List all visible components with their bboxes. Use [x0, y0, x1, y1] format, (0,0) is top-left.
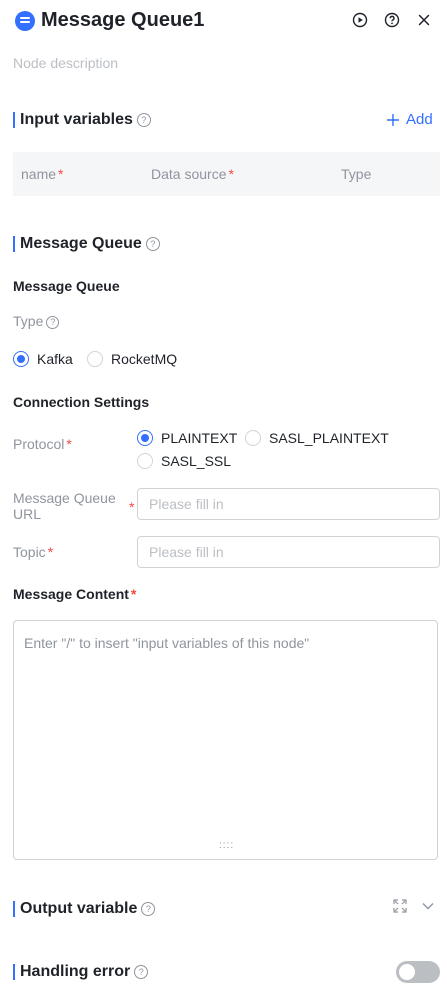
column-data-source: Data source * [151, 166, 234, 182]
required-mark: * [129, 499, 135, 515]
message-content-placeholder: Enter "/" to insert "input variables of … [24, 635, 310, 651]
message-queue-title: Message Queue [20, 235, 142, 252]
node-description-input[interactable]: Node description [13, 55, 118, 71]
message-content-label: Message Content * [13, 586, 137, 602]
protocol-radio-plaintext-label: PLAINTEXT [161, 430, 238, 446]
variables-table-header: name * Data source * Type [13, 152, 440, 196]
protocol-radio-sasl-plaintext[interactable]: SASL_PLAINTEXT [245, 430, 389, 446]
topic-input[interactable] [137, 536, 440, 568]
handling-error-heading: Handling error? [13, 963, 149, 981]
chevron-down-icon[interactable] [421, 899, 435, 913]
message-queue-url-label: Message Queue URL [13, 490, 116, 522]
play-circle-icon[interactable] [352, 12, 368, 28]
input-variables-title: Input variables [20, 111, 133, 128]
add-variable-button[interactable]: Add [386, 111, 433, 128]
type-radio-rocketmq-label: RocketMQ [111, 351, 178, 367]
help-icon[interactable]: ? [136, 113, 151, 127]
radio-dot[interactable] [137, 430, 153, 446]
help-icon[interactable]: ? [134, 965, 149, 979]
add-variable-label: Add [406, 111, 433, 128]
column-type: Type [341, 166, 372, 182]
message-queue-heading: Message Queue? [13, 235, 160, 253]
input-variables-heading[interactable]: Input variables? [13, 111, 151, 129]
node-header: Message Queue1 [0, 0, 447, 44]
message-content-editor[interactable]: Enter "/" to insert "input variables of … [13, 620, 438, 860]
close-icon[interactable] [416, 12, 432, 28]
message-queue-url-input[interactable] [137, 488, 440, 520]
connection-settings-heading: Connection Settings [13, 394, 150, 410]
message-queue-icon [15, 11, 35, 31]
protocol-radio-sasl-ssl[interactable]: SASL_SSL [137, 453, 231, 469]
protocol-radio-sasl-plaintext-label: SASL_PLAINTEXT [269, 430, 389, 446]
radio-dot[interactable] [13, 351, 29, 367]
type-radio-kafka[interactable]: Kafka [13, 351, 73, 367]
message-queue-subheading: Message Queue [13, 278, 120, 294]
type-radio-kafka-label: Kafka [37, 351, 73, 367]
handling-error-toggle[interactable] [396, 961, 440, 983]
plus-icon [387, 113, 399, 126]
type-radio-rocketmq[interactable]: RocketMQ [87, 351, 177, 367]
protocol-label: Protocol * [13, 436, 72, 452]
handling-error-title: Handling error [20, 963, 131, 980]
radio-dot[interactable] [245, 430, 261, 446]
protocol-radio-sasl-ssl-label: SASL_SSL [161, 453, 232, 469]
type-label: Type? [13, 313, 60, 329]
output-variable-actions [393, 899, 435, 913]
column-name: name * [21, 166, 64, 182]
question-circle-icon[interactable] [384, 12, 400, 28]
resize-handle-icon[interactable]: :::: [219, 840, 234, 851]
expand-icon[interactable] [393, 899, 407, 913]
radio-dot[interactable] [137, 453, 153, 469]
help-icon[interactable]: ? [145, 237, 160, 251]
output-variable-title: Output variable [20, 900, 138, 917]
protocol-radio-plaintext[interactable]: PLAINTEXT [137, 430, 237, 446]
node-title[interactable]: Message Queue1 [41, 9, 204, 32]
help-icon[interactable]: ? [46, 316, 60, 329]
radio-dot[interactable] [87, 351, 103, 367]
topic-label: Topic * [13, 544, 54, 560]
help-icon[interactable]: ? [141, 902, 156, 916]
output-variable-heading[interactable]: Output variable? [13, 900, 156, 918]
